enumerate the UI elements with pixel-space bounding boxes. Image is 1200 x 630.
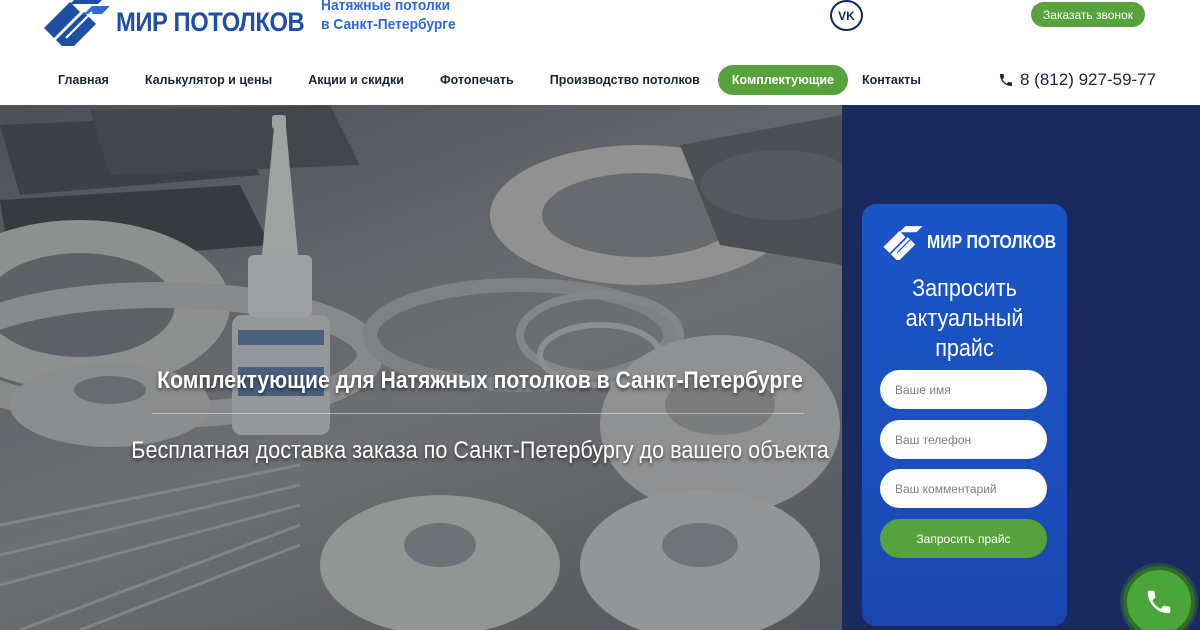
phone-icon [1000,74,1012,86]
tagline-line-2: в Санкт-Петербурге [321,16,456,33]
request-price-button[interactable]: Запросить прайс [880,519,1047,558]
hero-subtitle: Бесплатная доставка заказа по Санкт-Пете… [131,437,829,464]
nav-item-calculator[interactable]: Калькулятор и цены [131,65,286,95]
form-title: Запросить актуальный прайс [872,274,1057,364]
phone-number: 8 (812) 927-59-77 [1020,70,1157,89]
main-nav: Главная Калькулятор и цены Акции и скидк… [44,65,935,95]
hero-banner: Комплектующие для Натяжных потолков в Са… [0,105,842,630]
form-logo-text: МИР ПОТОЛКОВ [927,231,1057,252]
form-title-line-1: Запросить [912,275,1017,302]
nav-item-photoprint[interactable]: Фотопечать [426,65,528,95]
nav-item-production[interactable]: Производство потолков [536,65,714,95]
phone-call-icon [1147,590,1171,614]
hero-title: Комплектующие для Натяжных потолков в Са… [157,367,803,394]
hero-divider [152,413,804,414]
site-header: МИР ПОТОЛКОВ Натяжные потолки в Санкт-Пе… [0,0,1200,105]
callback-button[interactable]: Заказать звонок [1031,2,1145,27]
nav-item-contacts[interactable]: Контакты [848,65,935,95]
tagline-line-1: Натяжные потолки [321,0,451,14]
price-request-form: МИР ПОТОЛКОВ Запросить актуальный прайс … [862,204,1067,626]
header-tagline: Натяжные потолки в Санкт-Петербурге [321,0,456,34]
nav-item-components[interactable]: Комплектующие [717,65,848,95]
form-logo: МИР ПОТОЛКОВ [881,224,1074,260]
stripes-logo-icon [44,0,110,46]
form-title-line-2: актуальный [905,305,1024,332]
vk-icon: VK [838,8,855,23]
logo-text: МИР ПОТОЛКОВ [116,6,305,37]
floating-call-button[interactable] [1123,566,1195,630]
site-logo[interactable]: МИР ПОТОЛКОВ [40,0,330,46]
nav-item-promotions[interactable]: Акции и скидки [294,65,418,95]
stripes-logo-icon [883,226,923,260]
comment-input[interactable] [880,469,1047,508]
name-input[interactable] [880,370,1047,409]
form-title-line-3: прайс [935,335,994,362]
nav-item-home[interactable]: Главная [44,65,123,95]
header-phone[interactable]: 8 (812) 927-59-77 [998,68,1156,92]
vk-button[interactable]: VK [830,0,863,31]
phone-input[interactable] [880,420,1047,459]
